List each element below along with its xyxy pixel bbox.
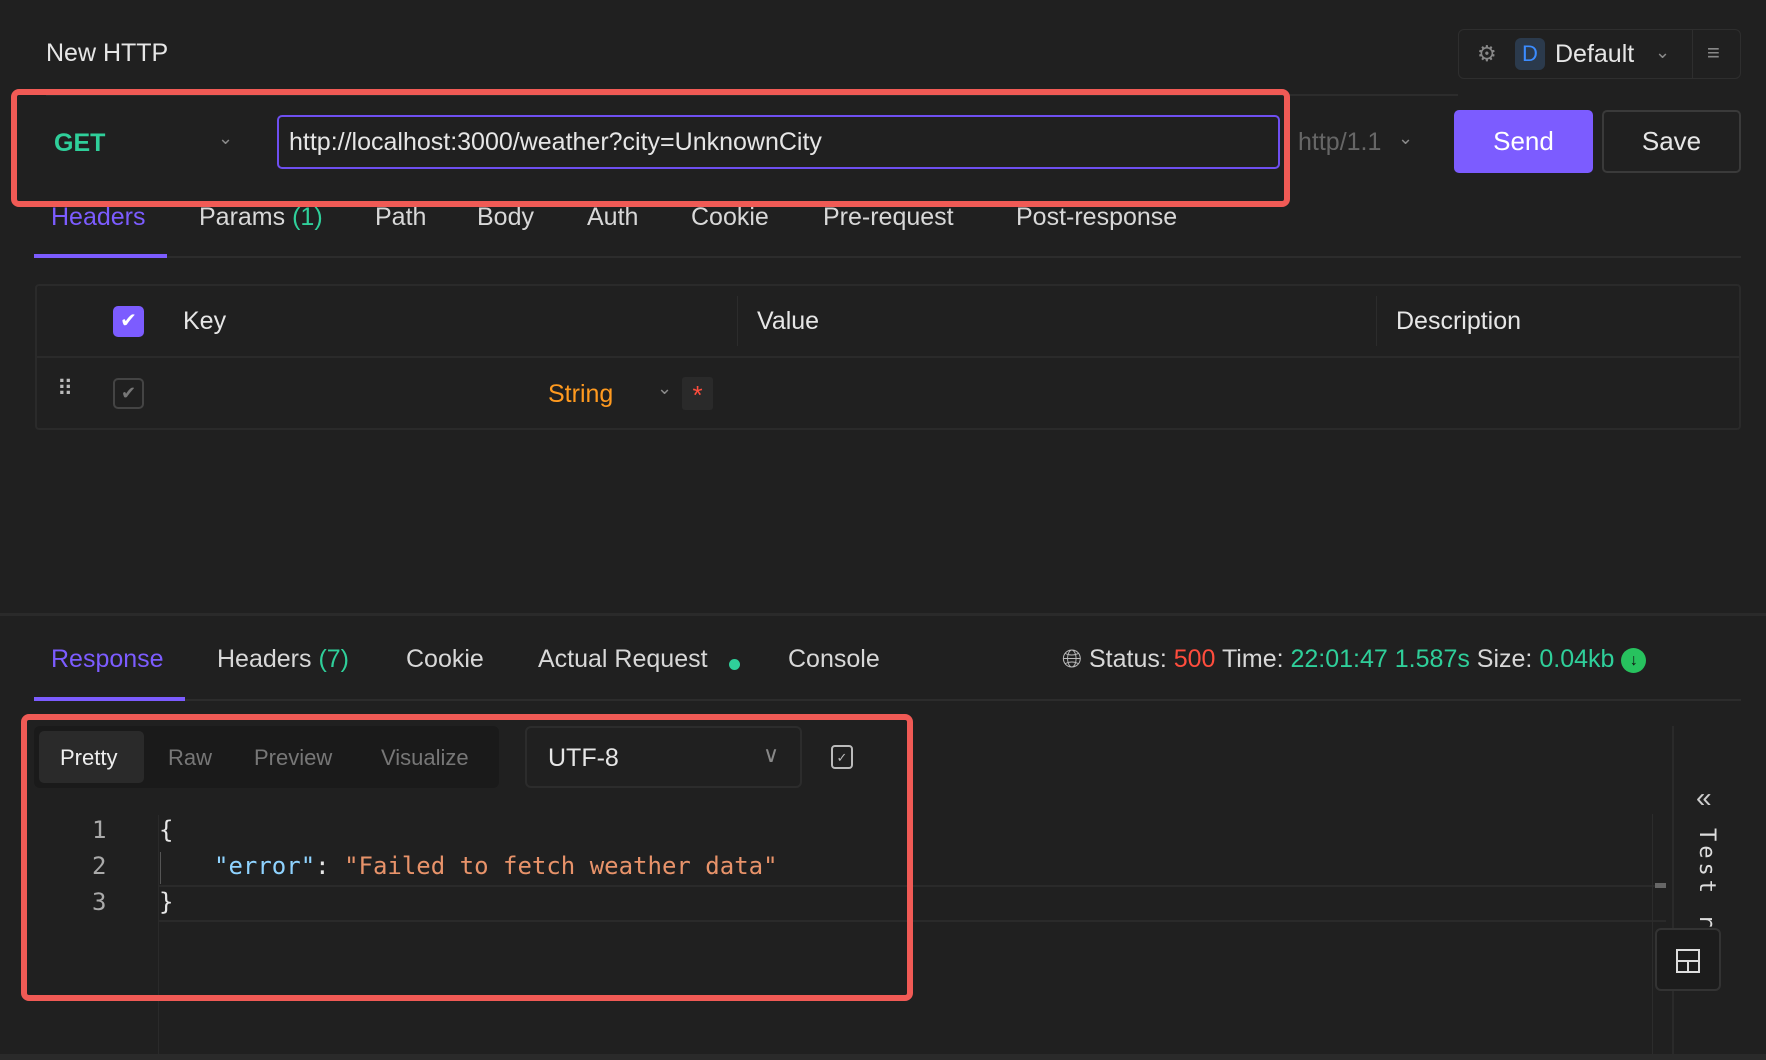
tab-pre-request[interactable]: Pre-request: [823, 203, 954, 232]
tab-params[interactable]: Params (1): [199, 203, 323, 232]
environment-bar: ⚙ D Default ⌄ ≡: [1458, 29, 1741, 79]
divider: [34, 256, 1741, 258]
tab-auth[interactable]: Auth: [587, 203, 638, 232]
tab-cookie[interactable]: Cookie: [691, 203, 769, 232]
divider: [34, 699, 1741, 701]
size-value: 0.04kb: [1539, 645, 1615, 673]
highlight-box: [21, 714, 913, 1001]
collapse-icon[interactable]: «: [1696, 782, 1712, 814]
params-count: (1): [292, 203, 323, 231]
status-label: Status:: [1088, 645, 1167, 673]
response-status: 🌐︎ Status: 500 Time: 22:01:47 1.587s Siz…: [1062, 645, 1647, 674]
tab-path[interactable]: Path: [375, 203, 426, 232]
tab-headers[interactable]: Headers: [51, 203, 146, 232]
divider: [1376, 296, 1377, 346]
layout-toggle-button[interactable]: [1655, 928, 1721, 991]
tab-response-cookie[interactable]: Cookie: [406, 645, 484, 674]
tab-label: Params: [199, 203, 286, 231]
tab-console[interactable]: Console: [788, 645, 880, 674]
divider: [1672, 726, 1674, 1060]
save-button[interactable]: Save: [1602, 110, 1741, 173]
size-label: Size:: [1476, 645, 1533, 673]
environment-selector[interactable]: Default: [1555, 39, 1634, 69]
headers-count: (7): [318, 645, 350, 673]
column-key: Key: [183, 307, 227, 335]
tab-response-headers[interactable]: Headers (7): [217, 645, 349, 674]
column-value: Value: [757, 307, 820, 335]
send-button[interactable]: Send: [1454, 110, 1593, 173]
request-title: New HTTP: [46, 39, 169, 67]
menu-icon[interactable]: ≡: [1707, 40, 1720, 66]
time-label: Time:: [1221, 645, 1284, 673]
row-checkbox[interactable]: ✔: [113, 378, 144, 409]
test-results-label[interactable]: Test re...: [1694, 828, 1719, 928]
tab-body[interactable]: Body: [477, 203, 534, 232]
chevron-down-icon[interactable]: ⌄: [1398, 128, 1413, 149]
environment-avatar: D: [1515, 38, 1545, 70]
tab-post-response[interactable]: Post-response: [1016, 203, 1177, 232]
bottom-border: [0, 1054, 1766, 1060]
panel-splitter[interactable]: [0, 613, 1766, 616]
required-toggle[interactable]: *: [682, 377, 713, 410]
chevron-down-icon[interactable]: ⌄: [657, 378, 672, 399]
select-all-checkbox[interactable]: ✔: [113, 306, 144, 337]
duration-value: 1.587s: [1394, 645, 1470, 673]
tab-actual-request[interactable]: Actual Request: [538, 645, 708, 674]
active-tab-indicator: [34, 254, 167, 258]
settings-icon[interactable]: ⚙: [1477, 41, 1497, 67]
headers-table: ✔ Key Value Description ⠿ ✔ String ⌄ *: [35, 284, 1741, 430]
scrollbar-thumb[interactable]: [1655, 883, 1666, 888]
layout-icon: [1676, 949, 1700, 973]
url-input[interactable]: http://localhost:3000/weather?city=Unkno…: [277, 115, 1280, 169]
status-code: 500: [1173, 645, 1216, 673]
globe-icon: 🌐︎: [1062, 645, 1083, 673]
method-select[interactable]: GET: [54, 128, 105, 158]
divider: [737, 296, 738, 346]
chevron-down-icon[interactable]: ⌄: [1655, 42, 1670, 63]
drag-handle-icon[interactable]: ⠿: [57, 376, 73, 402]
tab-label: Headers: [217, 645, 312, 673]
tab-response[interactable]: Response: [51, 645, 164, 674]
chevron-down-icon[interactable]: ⌄: [218, 128, 233, 149]
download-icon[interactable]: ↓: [1621, 648, 1647, 673]
divider: [1692, 30, 1693, 78]
active-tab-indicator: [34, 697, 185, 701]
divider: [37, 356, 1739, 358]
time-value: 22:01:47: [1290, 645, 1388, 673]
status-dot: [729, 659, 740, 670]
type-select[interactable]: String: [548, 379, 613, 409]
column-description: Description: [1396, 307, 1522, 335]
protocol-select[interactable]: http/1.1: [1298, 127, 1381, 157]
